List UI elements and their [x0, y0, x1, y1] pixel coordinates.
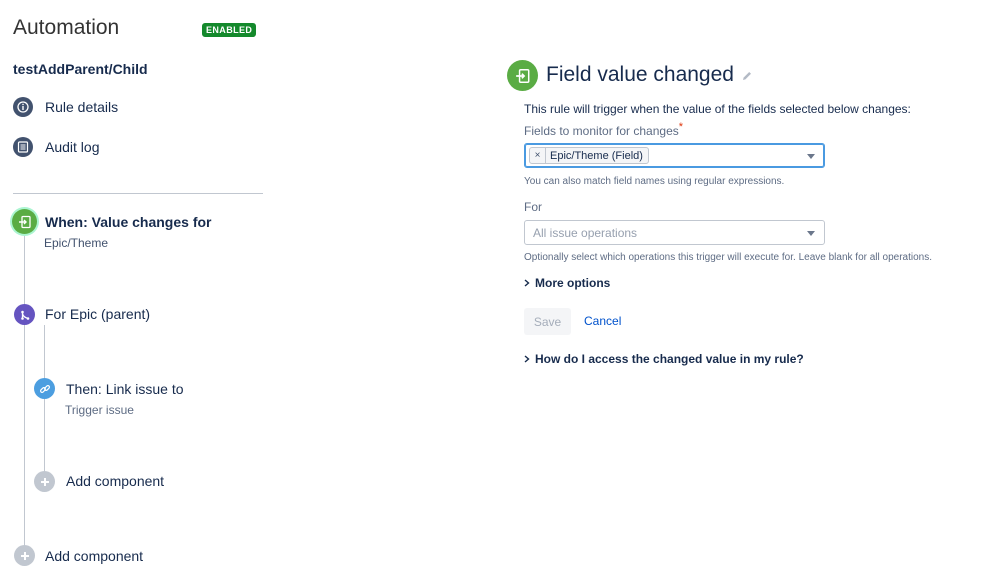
- page-title: Automation: [13, 16, 120, 39]
- trigger-node-subtitle: Epic/Theme: [44, 236, 109, 250]
- list-icon: [13, 137, 33, 157]
- cancel-button[interactable]: Cancel: [584, 314, 621, 328]
- save-button[interactable]: Save: [524, 308, 571, 335]
- remove-chip-icon[interactable]: ×: [530, 148, 546, 163]
- plus-icon: [40, 477, 49, 486]
- selected-field-chip: × Epic/Theme (Field): [529, 147, 649, 164]
- chevron-right-icon: [524, 279, 530, 287]
- audit-log-label: Audit log: [45, 139, 100, 155]
- add-component-inner-button[interactable]: Add component: [66, 473, 164, 489]
- changed-value-faq-label: How do I access the changed value in my …: [535, 352, 804, 366]
- more-options-toggle[interactable]: More options: [524, 276, 610, 290]
- action-node-icon[interactable]: [34, 378, 55, 399]
- fields-label: Fields to monitor for changes*: [524, 121, 684, 138]
- flow-line-main: [24, 232, 25, 548]
- fields-label-text: Fields to monitor for changes: [524, 124, 679, 138]
- rule-details-label: Rule details: [45, 99, 119, 115]
- more-options-label: More options: [535, 276, 611, 290]
- chevron-down-icon[interactable]: [807, 231, 815, 236]
- rule-name: testAddParent/Child: [13, 61, 148, 77]
- branch-icon: [20, 310, 29, 320]
- branch-node-icon[interactable]: [14, 304, 35, 325]
- trigger-type-icon: [507, 60, 538, 91]
- operations-help-text: Optionally select which operations this …: [524, 252, 932, 263]
- changed-value-faq-toggle[interactable]: How do I access the changed value in my …: [524, 352, 804, 366]
- trigger-node-icon[interactable]: [12, 209, 37, 234]
- trigger-icon: [18, 215, 31, 228]
- trigger-node-title[interactable]: When: Value changes for: [45, 214, 211, 230]
- operations-placeholder: All issue operations: [533, 226, 638, 240]
- add-component-inner-icon[interactable]: [34, 471, 55, 492]
- trigger-description: This rule will trigger when the value of…: [524, 102, 911, 116]
- selected-field-label: Epic/Theme (Field): [550, 149, 643, 162]
- sidebar-divider: [13, 193, 263, 194]
- required-marker: *: [678, 121, 684, 133]
- fields-select[interactable]: × Epic/Theme (Field): [524, 143, 825, 168]
- status-badge: ENABLED: [202, 23, 257, 37]
- flow-line-branch: [44, 325, 45, 473]
- info-icon: [13, 97, 33, 117]
- branch-node-title[interactable]: For Epic (parent): [45, 306, 150, 322]
- edit-pencil-icon[interactable]: [741, 69, 753, 87]
- add-component-outer-icon[interactable]: [14, 545, 35, 566]
- for-label: For: [524, 200, 542, 214]
- operations-select[interactable]: All issue operations: [524, 220, 825, 245]
- link-icon: [39, 384, 50, 393]
- panel-title: Field value changed: [546, 63, 734, 86]
- trigger-icon: [515, 68, 529, 83]
- plus-icon: [20, 551, 29, 560]
- chevron-right-icon: [524, 355, 530, 363]
- audit-log-link[interactable]: Audit log: [13, 137, 99, 157]
- chevron-down-icon[interactable]: [807, 154, 815, 159]
- fields-help-text: You can also match field names using reg…: [524, 176, 785, 187]
- action-node-title[interactable]: Then: Link issue to: [66, 381, 184, 397]
- rule-details-link[interactable]: Rule details: [13, 97, 118, 117]
- add-component-outer-button[interactable]: Add component: [45, 548, 143, 564]
- action-node-subtitle: Trigger issue: [65, 403, 134, 417]
